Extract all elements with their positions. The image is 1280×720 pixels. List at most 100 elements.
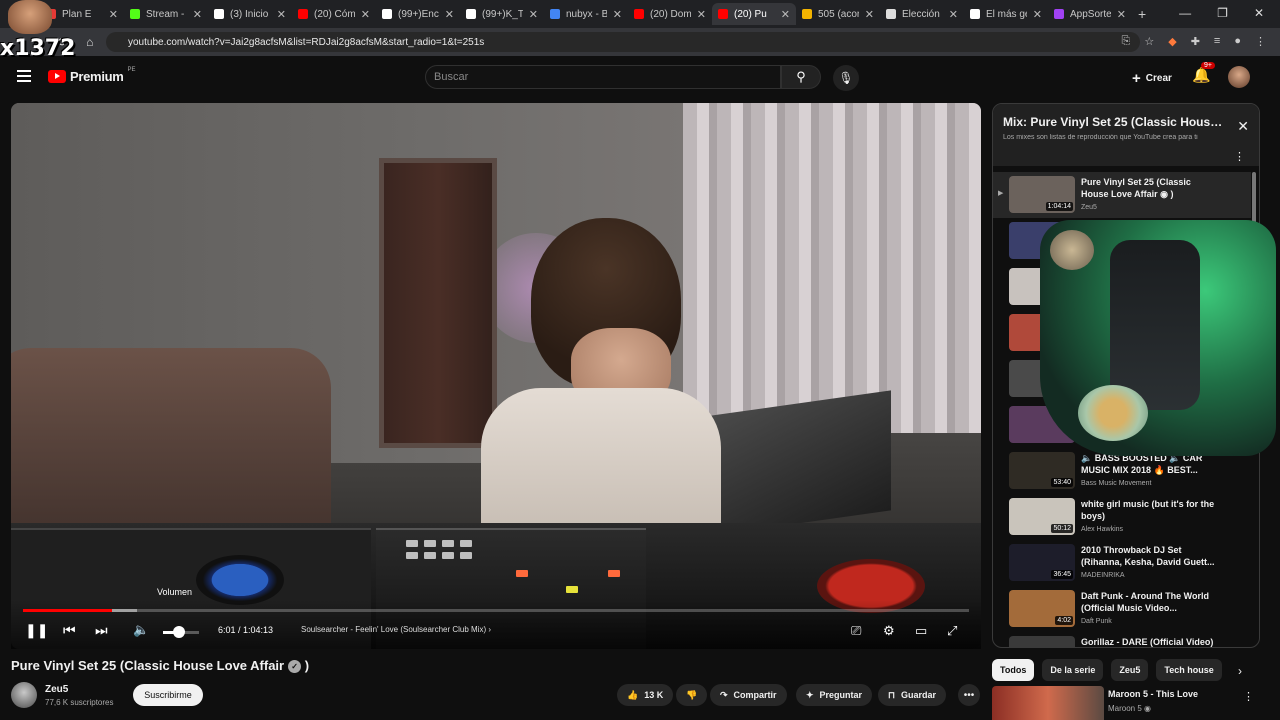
playlist-item[interactable]: 4:02 Daft Punk - Around The World (Offici…	[993, 586, 1251, 632]
time-display: 6:01 / 1:04:13	[218, 625, 274, 635]
playlist-duration: 4:02	[1055, 616, 1073, 625]
playlist-item-title[interactable]: Pure Vinyl Set 25 (Classic House Love Af…	[1081, 176, 1219, 200]
playlist-header: Mix: Pure Vinyl Set 25 (Classic House Lo…	[993, 104, 1259, 166]
playlist-item[interactable]: Gorillaz - DARE (Official Video)	[993, 632, 1251, 647]
fullscreen-icon[interactable]: ⤢	[947, 623, 957, 639]
media-controls-icon[interactable]: ≡	[1214, 35, 1220, 48]
channel-avatar[interactable]	[11, 682, 37, 708]
browser-tab[interactable]: AppSorteo ✕	[1048, 3, 1132, 25]
theater-mode-icon[interactable]: ▭	[915, 623, 927, 639]
voice-search-button[interactable]: 🎙	[833, 65, 859, 91]
search-button[interactable]: ⚲	[781, 65, 821, 89]
install-icon[interactable]: ⎘	[1122, 35, 1131, 48]
chapter-title[interactable]: Soulsearcher - Feelin' Love (Soulsearche…	[301, 625, 491, 634]
playlist-thumbnail[interactable]	[1009, 636, 1075, 647]
browser-tab[interactable]: (20) Pu ✕	[712, 3, 796, 25]
chevron-right-icon[interactable]: ›	[1238, 664, 1242, 678]
tab-close-icon[interactable]: ✕	[193, 8, 202, 21]
browser-tab[interactable]: (99+)Enca ✕	[376, 3, 460, 25]
like-button[interactable]: 👍 13 K	[617, 684, 674, 706]
tab-close-icon[interactable]: ✕	[1117, 8, 1126, 21]
extension-fox-icon[interactable]: ◆	[1168, 35, 1176, 48]
settings-gear-icon[interactable]: ⚙	[883, 623, 895, 639]
playlist-thumbnail[interactable]: 53:40	[1009, 452, 1075, 489]
playlist-item[interactable]: 50:12 white girl music (but it's for the …	[993, 494, 1251, 540]
playlist-item-title[interactable]: Gorillaz - DARE (Official Video)	[1081, 636, 1219, 647]
browser-menu-icon[interactable]: ⋮	[1255, 35, 1266, 48]
playlist-item[interactable]: 36:45 2010 Throwback DJ Set (Rihanna, Kes…	[993, 540, 1251, 586]
recommended-thumbnail[interactable]	[992, 686, 1104, 720]
filter-chip[interactable]: Todos	[992, 659, 1035, 681]
progress-bar[interactable]	[23, 609, 969, 612]
browser-tab[interactable]: 505 (acord ✕	[796, 3, 880, 25]
ask-button[interactable]: ✦ Preguntar	[796, 684, 873, 706]
playlist-title[interactable]: Mix: Pure Vinyl Set 25 (Classic House Lo…	[1003, 115, 1223, 129]
playlist-thumbnail[interactable]: 50:12	[1009, 498, 1075, 535]
recommended-video[interactable]: Maroon 5 - This Love Maroon 5 ◉ ⋮	[992, 686, 1260, 720]
playlist-thumbnail[interactable]: 4:02	[1009, 590, 1075, 627]
filter-chip[interactable]: Tech house	[1156, 659, 1222, 681]
playlist-item-title[interactable]: 2010 Throwback DJ Set (Rihanna, Kesha, D…	[1081, 544, 1219, 568]
new-tab-button[interactable]: +	[1138, 6, 1146, 22]
browser-tab[interactable]: (99+)K_TA ✕	[460, 3, 544, 25]
url-field[interactable]: youtube.com/watch?v=Jai2g8acfsM&list=RDJ…	[106, 32, 1140, 52]
volume-knob[interactable]	[173, 626, 186, 638]
create-button[interactable]: + Crear	[1124, 67, 1180, 89]
browser-tab[interactable]: Stream - K ✕	[124, 3, 208, 25]
share-label: Compartir	[733, 690, 777, 700]
tab-close-icon[interactable]: ✕	[949, 8, 958, 21]
pause-icon[interactable]: ❚❚	[25, 622, 48, 639]
playlist-thumbnail[interactable]: 1:04:14	[1009, 176, 1075, 213]
filter-chip[interactable]: Zeu5	[1111, 659, 1149, 681]
volume-icon[interactable]: 🔈	[133, 622, 149, 638]
tab-close-icon[interactable]: ✕	[361, 8, 370, 21]
close-icon[interactable]: ✕	[1254, 6, 1264, 20]
subscribe-button[interactable]: Suscribirme	[133, 684, 203, 706]
subtitles-icon[interactable]: ⎚	[851, 623, 861, 639]
video-player[interactable]	[11, 103, 981, 649]
tab-close-icon[interactable]: ✕	[781, 8, 790, 21]
playlist-item-title[interactable]: white girl music (but it's for the boys)	[1081, 498, 1219, 522]
tab-close-icon[interactable]: ✕	[445, 8, 454, 21]
playlist-thumbnail[interactable]: 36:45	[1009, 544, 1075, 581]
playlist-menu-icon[interactable]: ⋮	[1234, 150, 1245, 163]
tab-close-icon[interactable]: ✕	[1033, 8, 1042, 21]
tab-close-icon[interactable]: ✕	[865, 8, 874, 21]
playlist-scrollbar[interactable]	[1252, 172, 1256, 228]
channel-name[interactable]: Zeu5	[45, 684, 68, 695]
tab-close-icon[interactable]: ✕	[109, 8, 118, 21]
notifications-button[interactable]: 🔔 9+	[1192, 62, 1215, 84]
filter-chip[interactable]: De la serie	[1042, 659, 1104, 681]
home-icon[interactable]: ⌂	[86, 35, 93, 49]
save-button[interactable]: ⊓ Guardar	[878, 684, 947, 706]
more-options-icon[interactable]: ⋮	[1243, 690, 1254, 703]
tab-close-icon[interactable]: ✕	[613, 8, 622, 21]
recommended-title[interactable]: Maroon 5 - This Love	[1108, 689, 1198, 699]
share-button[interactable]: ↷ Compartir	[710, 684, 787, 706]
hamburger-menu-icon[interactable]	[17, 70, 31, 82]
browser-tab[interactable]: (20) Cómo ✕	[292, 3, 376, 25]
playlist-item[interactable]: ▶ 1:04:14 Pure Vinyl Set 25 (Classic House…	[993, 172, 1251, 218]
browser-tab[interactable]: Elección d ✕	[880, 3, 964, 25]
playlist-item-title[interactable]: Daft Punk - Around The World (Official M…	[1081, 590, 1219, 614]
account-avatar[interactable]	[1228, 66, 1250, 88]
browser-tab[interactable]: (3) Inicio / ✕	[208, 3, 292, 25]
close-icon[interactable]: ✕	[1237, 118, 1249, 135]
extensions-puzzle-icon[interactable]: ✚	[1191, 35, 1200, 48]
youtube-logo[interactable]: Premium PE	[48, 67, 136, 84]
browser-tab[interactable]: nubyx - Bu ✕	[544, 3, 628, 25]
tab-close-icon[interactable]: ✕	[697, 8, 706, 21]
profile-icon[interactable]: ●	[1234, 35, 1241, 48]
minimize-icon[interactable]: —	[1179, 6, 1191, 20]
more-actions-button[interactable]: •••	[958, 684, 980, 706]
browser-tab[interactable]: (20) Dom ✕	[628, 3, 712, 25]
tab-close-icon[interactable]: ✕	[277, 8, 286, 21]
next-icon[interactable]: ⏭	[95, 622, 108, 639]
previous-icon[interactable]: ⏮	[63, 622, 76, 639]
dislike-button[interactable]: 👎	[676, 684, 708, 706]
browser-tab[interactable]: El más gen ✕	[964, 3, 1048, 25]
search-input[interactable]: Buscar	[425, 65, 781, 89]
tab-close-icon[interactable]: ✕	[529, 8, 538, 21]
restore-icon[interactable]: ❐	[1217, 6, 1228, 20]
bookmark-star-icon[interactable]: ☆	[1144, 35, 1154, 48]
